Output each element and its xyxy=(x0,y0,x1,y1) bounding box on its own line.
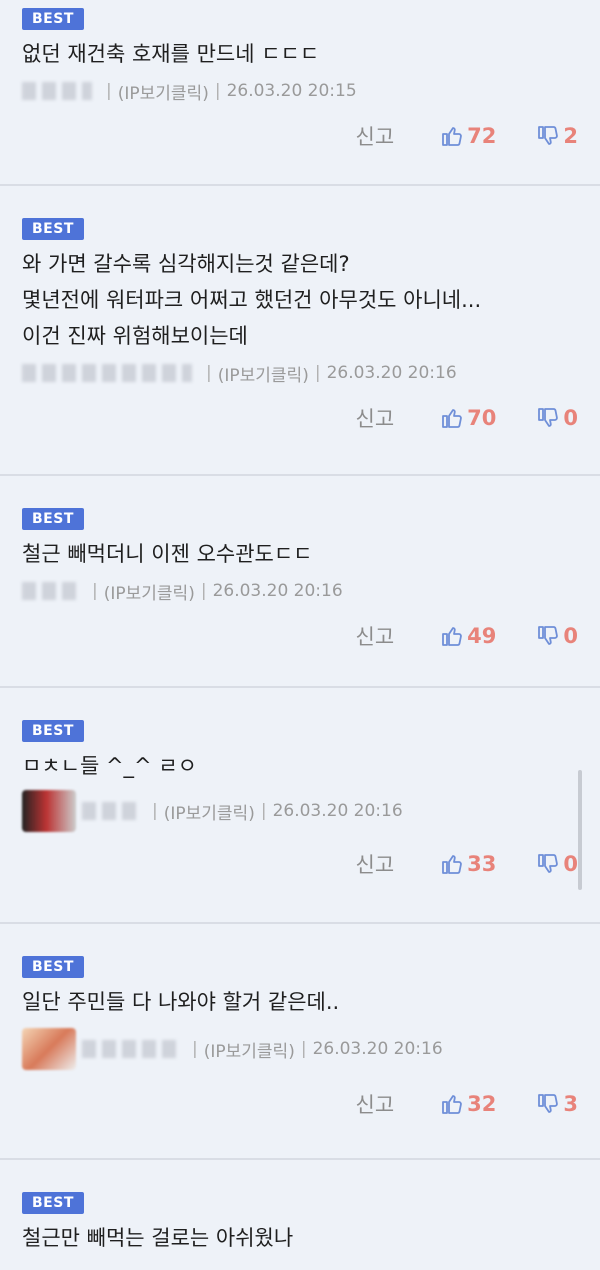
thumbs-down-icon xyxy=(538,626,559,645)
downvote-count: 2 xyxy=(563,124,578,148)
downvote-count: 0 xyxy=(563,624,578,648)
comment-text: ㅁㅊㄴ들 ^_^ ㄹㅇ xyxy=(22,754,197,778)
scrollbar[interactable] xyxy=(578,770,582,890)
thumbs-down-icon xyxy=(538,408,559,427)
comment-actions: 신고 49 0 xyxy=(22,606,579,666)
ip-view-link[interactable]: (IP보기클릭) xyxy=(118,79,209,104)
ip-view-link[interactable]: (IP보기클릭) xyxy=(204,1037,295,1062)
thumbs-up-icon xyxy=(442,409,462,428)
ip-view-link[interactable]: (IP보기클릭) xyxy=(218,361,309,386)
upvote-button[interactable]: 72 xyxy=(440,124,496,148)
nickname-blurred[interactable] xyxy=(22,82,92,100)
comment-text: 일단 주민들 다 나와야 할거 같은데.. xyxy=(22,990,340,1014)
comment-text: 와 가면 갈수록 심각해지는것 같은데? 몇년전에 워터파크 어쩌고 했던건 아… xyxy=(22,252,482,348)
nickname-blurred[interactable] xyxy=(22,582,78,600)
nickname-blurred[interactable] xyxy=(22,364,192,382)
downvote-count: 0 xyxy=(563,852,578,876)
comment-text: 철근만 빼먹는 걸로는 아쉬웠나 xyxy=(22,1226,294,1250)
thumbs-up-icon xyxy=(442,1095,462,1114)
ip-view-link[interactable]: (IP보기클릭) xyxy=(164,799,255,824)
report-button[interactable]: 신고 xyxy=(356,403,395,433)
report-button[interactable]: 신고 xyxy=(356,849,395,879)
upvote-count: 49 xyxy=(467,624,497,648)
comment-item: BEST 일단 주민들 다 나와야 할거 같은데.. | (IP보기클릭) | … xyxy=(0,924,600,1160)
comment-item: BEST ㅁㅊㄴ들 ^_^ ㄹㅇ | (IP보기클릭) | 26.03.20 2… xyxy=(0,688,600,924)
comment-date: 26.03.20 20:16 xyxy=(312,1039,443,1059)
thumbs-down-icon xyxy=(538,854,559,873)
best-badge: BEST xyxy=(22,956,84,978)
comment-meta: | (IP보기클릭) | 26.03.20 20:16 xyxy=(22,358,578,388)
report-button[interactable]: 신고 xyxy=(356,1089,395,1119)
comment-item: BEST 철근만 빼먹는 걸로는 아쉬웠나 xyxy=(0,1160,600,1270)
downvote-button[interactable]: 3 xyxy=(536,1092,578,1116)
thumbs-down-icon xyxy=(538,126,559,145)
comment-meta: | (IP보기클릭) | 26.03.20 20:16 xyxy=(22,1024,578,1074)
avatar[interactable] xyxy=(22,790,76,832)
nickname-blurred[interactable] xyxy=(82,1040,178,1058)
comment-item: BEST 철근 빼먹더니 이젠 오수관도ㄷㄷ | (IP보기클릭) | 26.0… xyxy=(0,476,600,688)
downvote-button[interactable]: 0 xyxy=(536,852,578,876)
comment-date: 26.03.20 20:15 xyxy=(226,81,357,101)
best-badge: BEST xyxy=(22,720,84,742)
downvote-button[interactable]: 0 xyxy=(536,406,578,430)
comment-text: 철근 빼먹더니 이젠 오수관도ㄷㄷ xyxy=(22,542,313,566)
report-button[interactable]: 신고 xyxy=(356,121,395,151)
upvote-button[interactable]: 33 xyxy=(440,852,496,876)
upvote-button[interactable]: 49 xyxy=(440,624,496,648)
ip-view-link[interactable]: (IP보기클릭) xyxy=(104,579,195,604)
downvote-count: 0 xyxy=(563,406,578,430)
best-badge: BEST xyxy=(22,8,84,30)
thumbs-up-icon xyxy=(442,127,462,146)
upvote-count: 72 xyxy=(467,124,497,148)
comment-date: 26.03.20 20:16 xyxy=(272,801,403,821)
downvote-button[interactable]: 0 xyxy=(536,624,578,648)
comment-actions: 신고 32 3 xyxy=(22,1074,579,1134)
downvote-count: 3 xyxy=(563,1092,578,1116)
comment-meta: | (IP보기클릭) | 26.03.20 20:16 xyxy=(22,788,578,834)
comment-item: BEST 와 가면 갈수록 심각해지는것 같은데? 몇년전에 워터파크 어쩌고 … xyxy=(0,186,600,476)
report-button[interactable]: 신고 xyxy=(356,621,395,651)
best-badge: BEST xyxy=(22,218,84,240)
downvote-button[interactable]: 2 xyxy=(536,124,578,148)
comment-meta: | (IP보기클릭) | 26.03.20 20:15 xyxy=(22,76,578,106)
upvote-count: 33 xyxy=(467,852,497,876)
comment-date: 26.03.20 20:16 xyxy=(326,363,457,383)
comment-actions: 신고 72 2 xyxy=(22,106,579,166)
thumbs-up-icon xyxy=(442,627,462,646)
comment-item: BEST 없던 재건축 호재를 만드네 ㄷㄷㄷ | (IP보기클릭) | 26.… xyxy=(0,0,600,186)
comment-actions: 신고 33 0 xyxy=(22,834,579,894)
upvote-button[interactable]: 32 xyxy=(440,1092,496,1116)
thumbs-down-icon xyxy=(538,1094,559,1113)
upvote-button[interactable]: 70 xyxy=(440,406,496,430)
best-badge: BEST xyxy=(22,508,84,530)
comment-list: BEST 없던 재건축 호재를 만드네 ㄷㄷㄷ | (IP보기클릭) | 26.… xyxy=(0,0,600,1270)
thumbs-up-icon xyxy=(442,855,462,874)
comment-text: 없던 재건축 호재를 만드네 ㄷㄷㄷ xyxy=(22,42,320,66)
best-badge: BEST xyxy=(22,1192,84,1214)
nickname-blurred[interactable] xyxy=(82,802,138,820)
upvote-count: 32 xyxy=(467,1092,497,1116)
upvote-count: 70 xyxy=(467,406,497,430)
comment-actions: 신고 70 0 xyxy=(22,388,579,448)
comment-date: 26.03.20 20:16 xyxy=(212,581,343,601)
avatar[interactable] xyxy=(22,1028,76,1070)
comment-meta: | (IP보기클릭) | 26.03.20 20:16 xyxy=(22,576,578,606)
